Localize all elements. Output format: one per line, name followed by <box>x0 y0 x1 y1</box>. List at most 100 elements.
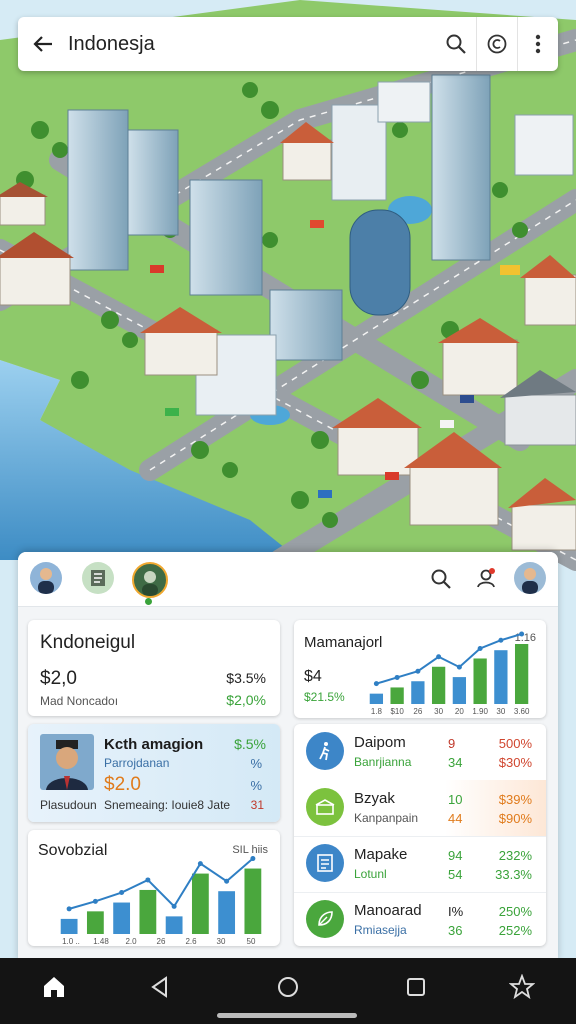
leaf-icon <box>306 900 344 938</box>
trend-point <box>250 856 256 862</box>
item-sub: Lotunl <box>354 867 387 881</box>
province-list: Daipom Banrjianna 9 34 500% $30% Bzyak K… <box>294 724 546 946</box>
chart-bar <box>473 658 487 704</box>
card-value: $2,0 <box>40 668 77 689</box>
user-button[interactable] <box>474 566 498 595</box>
chart-value: $4 <box>304 668 322 685</box>
leader-percent: $.5% <box>234 736 266 752</box>
copyright-coin-icon <box>487 34 507 54</box>
leader-card[interactable]: Kcth amagion Parrojdanan $2.0 $.5% % % P… <box>28 724 280 822</box>
item-value: 9 <box>448 736 456 751</box>
card-right-value: $3.5% <box>226 670 266 686</box>
tick-label: $10 <box>390 707 404 716</box>
card-label: Mad Noncadoı <box>40 694 119 708</box>
item-sub: Banrjianna <box>354 755 412 769</box>
item-percent-2: 252% <box>498 923 532 938</box>
tick-label: 50 <box>247 937 256 946</box>
back-arrow-icon <box>33 36 52 52</box>
chart-bar <box>452 677 467 704</box>
tick-label: 30 <box>434 707 443 716</box>
list-item[interactable]: Manoarad Rmiasejja I% 36 250% 252% <box>294 892 546 948</box>
item-name: Mapake <box>354 846 408 863</box>
tick-label: 30 <box>217 937 226 946</box>
tick-label: 1.0 .. <box>62 937 80 946</box>
character-icon <box>142 571 158 596</box>
item-percent-2: $90% <box>498 811 532 826</box>
card-right-label: $2,0% <box>226 692 266 708</box>
triangle-back-icon <box>151 976 167 998</box>
leader-detail: Snemeaing: Iouie8 Jate <box>104 798 231 812</box>
document-icon <box>306 844 344 882</box>
item-name: Daipom <box>354 734 406 751</box>
coin-button[interactable] <box>477 17 517 71</box>
trend-point <box>66 906 72 912</box>
gesture-home-bar[interactable] <box>217 1013 357 1018</box>
trend-point <box>224 878 230 884</box>
avatar[interactable] <box>30 562 62 594</box>
trend-point <box>436 654 442 660</box>
item-name: Manoarad <box>354 902 422 919</box>
stats-card[interactable]: Kndoneigul $2,0 $3.5% Mad Noncadoı $2,0% <box>28 620 280 716</box>
list-item[interactable]: Bzyak Kanpanpain 10 44 $39% $90% <box>294 780 546 837</box>
item-percent-2: 33.3% <box>495 867 532 882</box>
search-icon <box>431 569 451 589</box>
chart-bar <box>369 693 384 704</box>
home-button[interactable] <box>36 970 72 1004</box>
page-title: Indonesja <box>68 32 155 55</box>
item-value: 10 <box>448 792 463 807</box>
tick-label: 3.60 <box>514 707 530 716</box>
favorites-button[interactable] <box>504 970 540 1004</box>
trend-point <box>145 877 151 883</box>
search-button[interactable] <box>436 17 476 71</box>
trend-point <box>498 637 504 643</box>
tick-label: 30 <box>496 707 505 716</box>
back-button[interactable] <box>18 17 68 71</box>
tick-label: 26 <box>413 707 422 716</box>
chart-card-right[interactable]: Mamanajorl 1:16 $4 $21.5% 1.8 $10 26 30 20 1.… <box>294 620 546 718</box>
list-item[interactable]: Mapake Lotunl 94 54 232% 33.3% <box>294 836 546 893</box>
leader-portrait <box>40 734 94 790</box>
trend-point <box>92 898 98 904</box>
list-item[interactable]: Daipom Banrjianna 9 34 500% $30% <box>294 724 546 781</box>
chart-tag: SIL hiis <box>232 844 268 856</box>
chart-bar <box>113 902 131 934</box>
profile-avatar[interactable] <box>514 562 546 594</box>
dashboard-panel: Kndoneigul $2,0 $3.5% Mad Noncadoı $2,0%… <box>18 552 558 962</box>
notes-button[interactable] <box>82 562 114 594</box>
chart-bar <box>411 681 425 704</box>
tick-label: 1.90 <box>472 707 488 716</box>
back-nav-button[interactable] <box>142 970 178 1004</box>
trend-point <box>394 674 400 680</box>
leader-percent-3: % <box>250 778 262 793</box>
recents-button[interactable] <box>398 970 434 1004</box>
panel-toolbar <box>18 552 558 607</box>
item-percent: $39% <box>498 792 532 807</box>
tick-label: 1.8 <box>371 707 383 716</box>
chart-bar <box>431 666 446 704</box>
bar-chart-right: 1.8 $10 26 30 20 1.90 30 3.60 <box>369 631 530 716</box>
bar-chart-left: 1.0 .. 1.48 2.0 26 2.6 30 50 <box>60 856 262 946</box>
item-sub: Rmiasejja <box>354 923 407 937</box>
search-button[interactable] <box>430 568 452 595</box>
leader-percent-2: % <box>250 756 262 771</box>
character-avatar[interactable] <box>132 562 168 598</box>
notes-icon <box>91 570 105 586</box>
chart-bar <box>494 650 508 704</box>
home-nav-button[interactable] <box>270 970 306 1004</box>
chart-card-left[interactable]: Sovobzial SIL hiis 1.0 .. 1.48 2.0 26 2.6 30 5… <box>28 830 280 946</box>
online-dot <box>145 598 152 605</box>
item-value: 94 <box>448 848 463 863</box>
trend-point <box>477 645 483 651</box>
item-value-2: 44 <box>448 811 463 826</box>
trend-point <box>373 681 379 687</box>
chart-bar <box>244 868 262 934</box>
stadium-icon <box>306 788 344 826</box>
item-value-2: 34 <box>448 755 463 770</box>
tick-label: 2.6 <box>185 937 197 946</box>
chart-bar <box>218 891 236 934</box>
more-options-button[interactable] <box>518 17 558 71</box>
item-percent: 232% <box>498 848 532 863</box>
trend-point <box>171 903 177 909</box>
user-icon <box>477 568 495 588</box>
chart-percent: $21.5% <box>304 690 345 704</box>
